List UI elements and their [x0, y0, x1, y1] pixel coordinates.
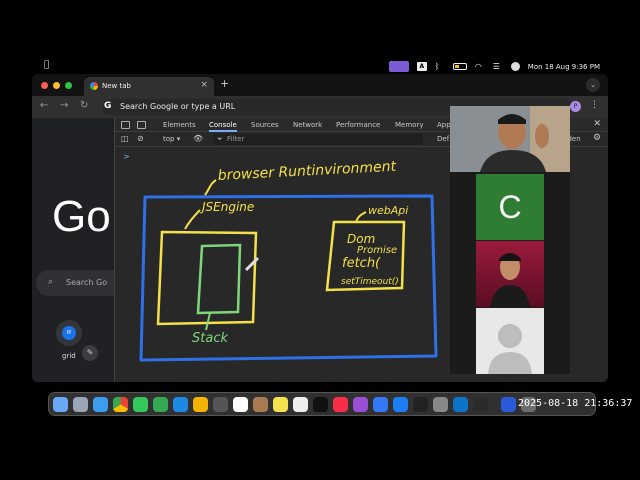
wifi-icon[interactable]: ◠: [475, 62, 485, 71]
reminders-icon[interactable]: [293, 397, 308, 412]
siri-icon[interactable]: [510, 62, 520, 71]
safari-icon[interactable]: [93, 397, 108, 412]
presenter-silhouette: [450, 106, 570, 172]
search-icon: ⌕: [48, 277, 54, 287]
music-icon[interactable]: [333, 397, 348, 412]
clear-console-icon[interactable]: ⊘: [137, 134, 144, 143]
recording-timestamp: 2025-08-18 21:36:37: [518, 398, 633, 409]
calendar-icon[interactable]: [233, 397, 248, 412]
tab-close-icon[interactable]: ×: [200, 80, 208, 90]
bluetooth-icon[interactable]: ᛒ: [435, 62, 445, 71]
console-filter-input[interactable]: ⏷ Filter: [213, 134, 423, 145]
close-window-button[interactable]: [41, 82, 48, 89]
dock: [48, 392, 596, 416]
shortcut-label: grid: [62, 352, 76, 360]
menubar-status-area: A ᛒ ◠ ☰ Mon 18 Aug 9:36 PM: [388, 61, 600, 72]
contacts-icon[interactable]: [213, 397, 228, 412]
zoom-icon[interactable]: [501, 397, 516, 412]
forward-icon[interactable]: →: [60, 100, 68, 111]
podcasts-icon[interactable]: [353, 397, 368, 412]
chrome-icon: [90, 82, 98, 90]
screen-record-icon[interactable]: [388, 61, 409, 72]
minimize-window-button[interactable]: [53, 82, 60, 89]
default-avatar-icon: [488, 324, 532, 374]
tab-title: New tab: [102, 82, 131, 90]
video-tile-presenter[interactable]: [450, 106, 570, 172]
finder-icon[interactable]: [53, 397, 68, 412]
tab-sources[interactable]: Sources: [251, 121, 279, 129]
photos-icon[interactable]: [193, 397, 208, 412]
tab-network[interactable]: Network: [293, 121, 322, 129]
mail-icon[interactable]: [173, 397, 188, 412]
console-settings-gear-icon[interactable]: ⚙: [593, 133, 601, 143]
back-icon[interactable]: ←: [40, 100, 48, 111]
menubar-datetime[interactable]: Mon 18 Aug 9:36 PM: [528, 63, 600, 71]
tab-elements[interactable]: Elements: [163, 121, 196, 129]
tab-performance[interactable]: Performance: [336, 121, 380, 129]
launchpad-icon[interactable]: [73, 397, 88, 412]
omnibox-placeholder: Search Google or type a URL: [120, 102, 236, 111]
google-g-icon: G: [104, 101, 112, 111]
shortcut-favicon: IP: [62, 326, 76, 340]
maximize-window-button[interactable]: [65, 82, 72, 89]
tab-strip: New tab × + ⌄: [32, 74, 608, 96]
shortcut-tile[interactable]: IP: [56, 320, 82, 346]
control-center-icon[interactable]: ☰: [493, 62, 503, 71]
context-selector[interactable]: top ▾: [163, 135, 180, 143]
more-menu-icon[interactable]: ⋮: [590, 100, 599, 110]
notes-icon[interactable]: [253, 397, 268, 412]
messages-icon[interactable]: [133, 397, 148, 412]
tab-memory[interactable]: Memory: [395, 121, 423, 129]
filter-placeholder: Filter: [227, 135, 245, 143]
menu-bar:  A ᛒ ◠ ☰ Mon 18 Aug 9:36 PM: [0, 58, 640, 74]
profile-avatar[interactable]: P: [570, 101, 581, 112]
console-prompt[interactable]: >: [123, 152, 130, 161]
device-toolbar-icon[interactable]: [137, 121, 146, 129]
new-tab-button[interactable]: +: [220, 77, 229, 90]
vscode-icon[interactable]: [453, 397, 468, 412]
facetime-icon[interactable]: [153, 397, 168, 412]
video-tile-participant-3[interactable]: [476, 308, 544, 374]
filter-icon: ⏷: [217, 135, 223, 143]
google-logo: Go: [52, 192, 111, 241]
tab-search-button[interactable]: ⌄: [586, 78, 600, 92]
terminal-icon[interactable]: [413, 397, 428, 412]
battery-icon[interactable]: [452, 63, 467, 70]
participant-silhouette: [490, 253, 530, 307]
video-call-panel: C: [450, 106, 570, 374]
log-levels-dropdown[interactable]: Def: [437, 135, 449, 143]
appstore-icon[interactable]: [373, 397, 388, 412]
stickies-icon[interactable]: [273, 397, 288, 412]
inspect-element-icon[interactable]: [121, 121, 130, 129]
reload-icon[interactable]: ↻: [80, 100, 88, 111]
apple-tv-icon[interactable]: [313, 397, 328, 412]
devtools-close-icon[interactable]: ✕: [593, 119, 601, 129]
tab-new-tab[interactable]: New tab ×: [84, 77, 214, 96]
customize-pencil-icon[interactable]: ✎: [82, 345, 98, 361]
activity-monitor-icon[interactable]: [473, 397, 488, 412]
video-tile-participant-2[interactable]: [476, 241, 544, 307]
app-store-icon[interactable]: [393, 397, 408, 412]
video-tile-participant-c[interactable]: C: [476, 174, 544, 240]
tab-console[interactable]: Console: [209, 121, 237, 132]
tab-application[interactable]: App: [437, 121, 451, 129]
chrome-dock-icon[interactable]: [113, 397, 128, 412]
apple-icon[interactable]: : [44, 60, 49, 70]
sidebar-toggle-icon[interactable]: ◫: [121, 134, 129, 143]
system-settings-icon[interactable]: [433, 397, 448, 412]
new-tab-page: Go ⌕ Search Go IP grid ✎: [32, 118, 126, 382]
google-search-placeholder: Search Go: [66, 278, 108, 287]
live-expression-eye-icon[interactable]: 👁: [193, 134, 203, 143]
input-source-icon[interactable]: A: [416, 62, 427, 71]
google-search-box[interactable]: ⌕ Search Go: [36, 270, 126, 296]
